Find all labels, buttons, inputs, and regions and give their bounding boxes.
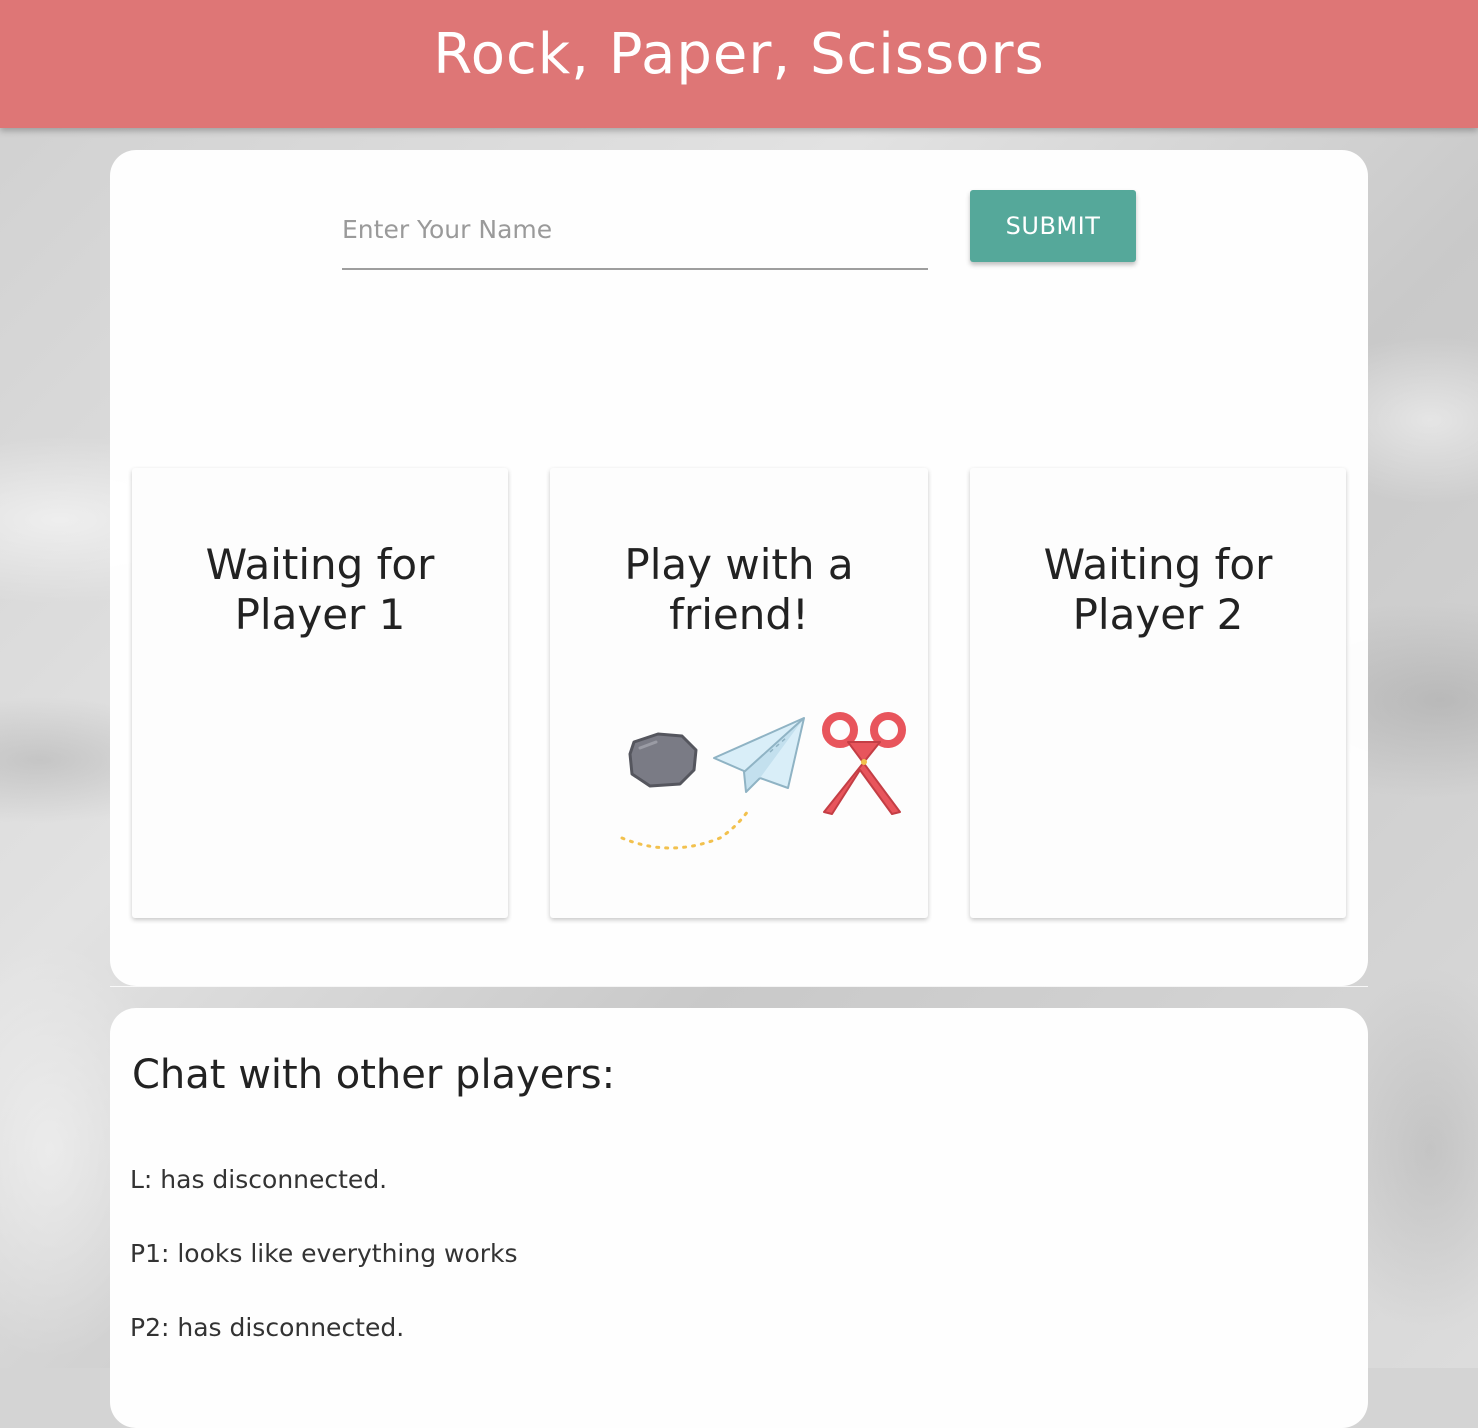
player1-status: Waiting for Player 1 [205,540,435,639]
rock-icon [628,732,698,788]
chat-message-list: L: has disconnected. P1: looks like ever… [130,1160,518,1382]
page-title: Rock, Paper, Scissors [433,21,1045,87]
paper-airplane-icon [713,717,805,793]
chat-message: L: has disconnected. [130,1165,388,1194]
player2-card: Waiting for Player 2 [970,468,1346,918]
play-with-friend-card[interactable]: Play with a friend! [550,468,928,918]
player1-card: Waiting for Player 1 [132,468,508,918]
chat-panel: Chat with other players: L: has disconne… [110,1008,1368,1428]
game-panel: SUBMIT Waiting for Player 1 Play with a … [110,150,1368,986]
rock-paper-scissors-art [620,712,906,850]
top-bar: Rock, Paper, Scissors [0,0,1478,128]
scissors-icon [822,712,906,815]
play-with-friend-title: Play with a friend! [624,540,854,639]
dotted-trail [620,806,752,850]
player2-status: Waiting for Player 2 [1043,540,1273,639]
section-divider [110,986,1368,987]
chat-message: P2: has disconnected. [130,1313,405,1342]
name-input[interactable] [342,190,928,270]
submit-button[interactable]: SUBMIT [970,190,1136,262]
chat-message: P1: looks like everything works [130,1239,518,1268]
chat-title: Chat with other players: [132,1052,616,1098]
